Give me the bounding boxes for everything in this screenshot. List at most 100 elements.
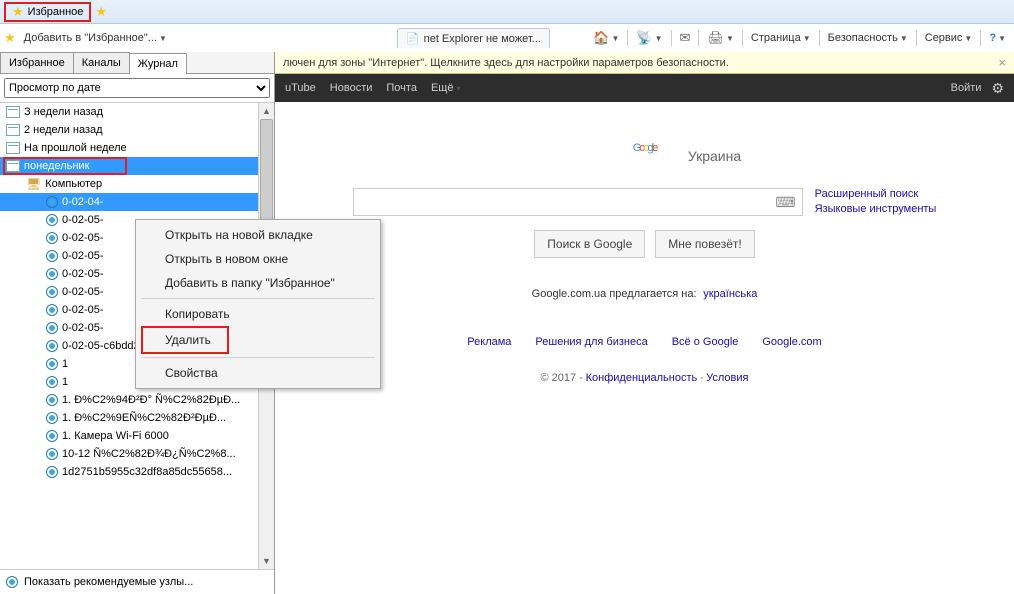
gbar-youtube[interactable]: uTube: [285, 82, 316, 94]
feeds-button[interactable]: 📡▼: [632, 28, 666, 48]
google-bar: uTube Новости Почта Ещё ▾ Войти ⚙: [275, 74, 1014, 102]
scroll-up-icon[interactable]: ▲: [259, 103, 274, 119]
gbar-more[interactable]: Ещё ▾: [431, 82, 461, 94]
ie-icon: [46, 376, 58, 388]
close-icon[interactable]: ×: [998, 55, 1006, 70]
chevron-down-icon: ▾: [457, 84, 461, 93]
computer-icon: 🖥: [26, 177, 41, 191]
home-button[interactable]: 🏠▼: [589, 28, 623, 48]
ie-icon: [46, 286, 58, 298]
favorites-button[interactable]: ★ Избранное: [4, 2, 91, 22]
history-entry[interactable]: 1. Камера Wi-Fi 6000: [0, 427, 274, 445]
home-icon: 🏠: [593, 30, 609, 46]
tools-menu[interactable]: Сервис▼: [921, 30, 977, 46]
ie-icon: [46, 232, 58, 244]
ie-icon: [46, 394, 58, 406]
gbar-news[interactable]: Новости: [330, 82, 373, 94]
help-icon: ?: [989, 32, 996, 44]
ie-icon: [46, 412, 58, 424]
offer-lang-link[interactable]: українська: [703, 288, 757, 300]
footer-links: Реклама Решения для бизнеса Всё о Google…: [467, 336, 821, 348]
page-menu[interactable]: Страница▼: [747, 30, 815, 46]
about-link[interactable]: Всё о Google: [672, 336, 739, 348]
favorites-bar: ★ Избранное ★: [0, 0, 1014, 24]
security-menu[interactable]: Безопасность▼: [824, 30, 912, 46]
cm-delete[interactable]: Удалить: [141, 326, 229, 354]
history-group[interactable]: 2 недели назад: [0, 121, 274, 139]
history-group-monday[interactable]: понедельник: [0, 157, 274, 175]
ie-icon: [46, 214, 58, 226]
business-link[interactable]: Решения для бизнеса: [535, 336, 647, 348]
history-filter-select[interactable]: Просмотр по дате: [4, 78, 270, 98]
history-entry[interactable]: 1d2751b5955c32df8a85dc55658...: [0, 463, 274, 481]
sidebar-footer[interactable]: Показать рекомендуемые узлы...: [0, 569, 274, 594]
ie-page-icon: 📄: [406, 32, 420, 45]
google-com-link[interactable]: Google.com: [762, 336, 821, 348]
calendar-icon: [6, 124, 20, 136]
print-button[interactable]: 🖨▼: [703, 28, 737, 48]
star-icon: ★: [12, 4, 24, 20]
cm-copy[interactable]: Копировать: [139, 302, 377, 326]
add-to-favorites-button[interactable]: Добавить в "Избранное"... ▼: [20, 30, 171, 46]
logo-subtitle: Украина: [688, 148, 741, 164]
ie-icon: [46, 466, 58, 478]
terms-link[interactable]: Условия: [706, 372, 748, 384]
ie-icon: [46, 304, 58, 316]
mail-button[interactable]: ✉: [676, 28, 695, 48]
keyboard-icon[interactable]: ⌨: [775, 194, 795, 211]
language-tools-link[interactable]: Языковые инструменты: [815, 203, 937, 215]
search-input[interactable]: ⌨: [353, 188, 803, 216]
ie-icon: [46, 196, 58, 208]
history-computer[interactable]: 🖥Компьютер: [0, 175, 274, 193]
google-search-button[interactable]: Поиск в Google: [534, 230, 645, 258]
google-home: Google Украина ⌨ Расширенный поиск Языко…: [275, 102, 1014, 594]
calendar-icon: [6, 160, 20, 172]
ie-icon: [46, 448, 58, 460]
cm-add-favorite[interactable]: Добавить в папку "Избранное": [139, 271, 377, 295]
tab-favorites[interactable]: Избранное: [0, 52, 74, 73]
history-entry[interactable]: 1. Ð%C2%94Ð²Ð° Ñ%C2%82ÐµÐ...: [0, 391, 274, 409]
ie-icon: [46, 358, 58, 370]
ie-icon: [46, 250, 58, 262]
history-entry[interactable]: 10-12 Ñ%C2%82Ð¾Ð¿Ñ%C2%8...: [0, 445, 274, 463]
add-favorite-icon[interactable]: ★: [95, 4, 107, 20]
cm-properties[interactable]: Свойства: [139, 361, 377, 385]
ie-icon: [46, 340, 58, 352]
gbar-mail[interactable]: Почта: [386, 82, 417, 94]
tab-channels[interactable]: Каналы: [73, 52, 130, 73]
language-offer: Google.com.ua предлагается на: українськ…: [532, 286, 758, 300]
rss-icon: 📡: [636, 30, 652, 46]
ie-icon: [6, 576, 18, 588]
star-icon: ★: [4, 30, 16, 46]
cm-open-window[interactable]: Открыть в новом окне: [139, 247, 377, 271]
help-button[interactable]: ?▼: [985, 30, 1010, 46]
browser-tab[interactable]: 📄 net Explorer не может...: [397, 28, 550, 48]
cm-open-tab[interactable]: Открыть на новой вкладке: [139, 223, 377, 247]
ie-icon: [46, 430, 58, 442]
security-infobar[interactable]: лючен для зоны "Интернет". Щелкните здес…: [275, 52, 1014, 74]
context-menu: Открыть на новой вкладке Открыть в новом…: [135, 219, 381, 389]
search-side-links: Расширенный поиск Языковые инструменты: [815, 188, 937, 215]
favorites-label: Избранное: [28, 6, 84, 18]
ie-icon: [46, 268, 58, 280]
google-logo: Google: [633, 142, 657, 154]
print-icon: 🖨: [707, 30, 724, 46]
feeling-lucky-button[interactable]: Мне повезёт!: [655, 230, 754, 258]
ie-icon: [46, 322, 58, 334]
tab-history[interactable]: Журнал: [129, 53, 187, 74]
privacy-link[interactable]: Конфиденциальность: [586, 372, 698, 384]
advanced-search-link[interactable]: Расширенный поиск: [815, 188, 937, 200]
history-group[interactable]: З недели назад: [0, 103, 274, 121]
history-entry[interactable]: 0-02-04-: [0, 193, 274, 211]
toolbar: ★ Добавить в "Избранное"... ▼ 📄 net Expl…: [0, 24, 1014, 52]
signin-link[interactable]: Войти: [951, 82, 982, 94]
ads-link[interactable]: Реклама: [467, 336, 511, 348]
page-content: лючен для зоны "Интернет". Щелкните здес…: [275, 52, 1014, 594]
history-entry[interactable]: 1. Ð%C2%9EÑ%C2%82Ð²ÐµÐ...: [0, 409, 274, 427]
history-group[interactable]: На прошлой неделе: [0, 139, 274, 157]
chevron-down-icon: ▼: [159, 34, 167, 43]
scroll-down-icon[interactable]: ▼: [259, 553, 274, 569]
gear-icon[interactable]: ⚙: [991, 80, 1004, 97]
calendar-icon: [6, 106, 20, 118]
tab-strip: 📄 net Explorer не может...: [397, 28, 550, 48]
